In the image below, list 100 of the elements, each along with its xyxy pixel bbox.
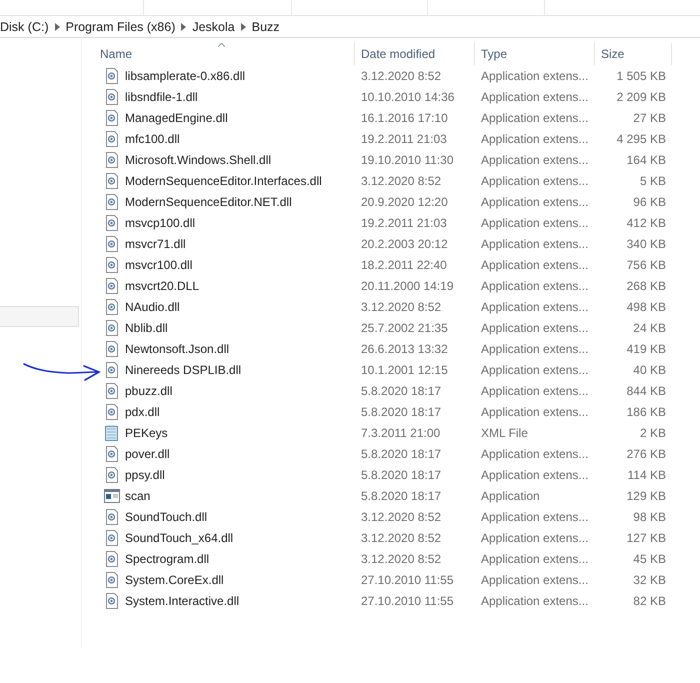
date-modified: 3.12.2020 8:52: [360, 530, 442, 544]
file-name[interactable]: ppsy.dll: [125, 468, 165, 482]
breadcrumb-item[interactable]: Jeskola: [192, 20, 235, 34]
date-modified: 20.2.2003 20:12: [360, 236, 449, 250]
file-size: 844 KB: [626, 384, 667, 398]
file-type: Application extens...: [480, 594, 590, 608]
file-size: 24 KB: [632, 320, 667, 334]
file-size: 114 KB: [626, 468, 667, 482]
file-gear-icon: [105, 194, 119, 210]
date-modified: 19.10.2010 11:30: [360, 152, 455, 166]
file-name[interactable]: Microsoft.Windows.Shell.dll: [125, 152, 272, 166]
file-gear-icon: [105, 298, 119, 314]
sort-caret-icon[interactable]: [218, 43, 225, 47]
file-type: Application extens...: [480, 258, 590, 272]
file-name[interactable]: msvcrt20.DLL: [125, 278, 200, 292]
column-header[interactable]: Size: [601, 47, 624, 61]
file-name[interactable]: scan: [125, 488, 150, 502]
file-type: Application extens...: [480, 90, 590, 104]
date-modified: 27.10.2010 11:55: [360, 594, 455, 608]
file-name[interactable]: Newtonsoft.Json.dll: [125, 342, 230, 356]
file-name[interactable]: libsndfile-1.dll: [125, 90, 198, 104]
date-modified: 16.1.2016 17:10: [360, 110, 449, 124]
file-type: Application extens...: [480, 552, 590, 566]
file-name[interactable]: mfc100.dll: [125, 132, 180, 146]
file-name[interactable]: Spectrogram.dll: [125, 552, 210, 566]
file-name[interactable]: msvcp100.dll: [125, 216, 196, 230]
breadcrumb-item[interactable]: Buzz: [252, 20, 280, 34]
file-type: Application extens...: [480, 152, 590, 166]
column-header[interactable]: Date modified: [361, 47, 436, 61]
file-gear-icon: [105, 508, 119, 524]
file-size: 268 KB: [626, 278, 667, 292]
file-gear-icon: [105, 320, 119, 336]
date-modified: 5.8.2020 18:17: [360, 488, 442, 502]
file-gear-icon: [105, 256, 119, 272]
file-type: Application extens...: [480, 194, 590, 208]
column-header[interactable]: Name: [100, 47, 132, 61]
window-icon: [104, 488, 120, 502]
file-name[interactable]: System.Interactive.dll: [125, 594, 240, 608]
file-size: 45 KB: [632, 552, 667, 566]
file-name[interactable]: ModernSequenceEditor.Interfaces.dll: [125, 174, 322, 188]
file-name[interactable]: ManagedEngine.dll: [125, 110, 228, 124]
file-name[interactable]: pdx.dll: [125, 404, 160, 418]
file-type: Application extens...: [480, 236, 590, 250]
file-size: 276 KB: [626, 446, 667, 460]
file-size: 186 KB: [626, 404, 667, 418]
breadcrumb-item[interactable]: Disk (C:): [0, 20, 49, 34]
date-modified: 5.8.2020 18:17: [360, 384, 442, 398]
breadcrumb-item[interactable]: Program Files (x86): [66, 20, 176, 34]
date-modified: 3.12.2020 8:52: [360, 300, 442, 314]
file-gear-icon: [105, 530, 119, 546]
column-header[interactable]: Type: [481, 47, 508, 61]
file-size: 1 505 KB: [616, 68, 667, 82]
date-modified: 19.2.2011 21:03: [360, 132, 448, 146]
file-name[interactable]: Ninereeds DSPLIB.dll: [125, 362, 242, 376]
file-type: Application extens...: [480, 68, 590, 82]
file-type: Application extens...: [480, 384, 590, 398]
file-name[interactable]: NAudio.dll: [125, 300, 180, 314]
file-gear-icon: [105, 340, 119, 356]
file-name[interactable]: ModernSequenceEditor.NET.dll: [125, 194, 292, 208]
file-name[interactable]: pover.dll: [125, 446, 170, 460]
file-name[interactable]: System.CoreEx.dll: [125, 572, 224, 586]
file-size: 2 KB: [638, 426, 667, 440]
file-gear-icon: [105, 68, 119, 84]
file-name[interactable]: PEKeys: [125, 426, 168, 440]
file-size: 498 KB: [626, 300, 667, 314]
chevron-right-icon: [54, 22, 60, 30]
file-size: 412 KB: [626, 216, 667, 230]
file-name[interactable]: libsamplerate-0.x86.dll: [125, 68, 246, 82]
file-name[interactable]: SoundTouch_x64.dll: [125, 530, 234, 544]
file-gear-icon: [105, 404, 119, 420]
file-name[interactable]: msvcr71.dll: [125, 236, 186, 250]
file-name[interactable]: SoundTouch.dll: [125, 510, 208, 524]
file-size: 129 KB: [626, 488, 667, 502]
file-type: Application extens...: [480, 468, 590, 482]
file-gear-icon: [105, 572, 119, 588]
file-name[interactable]: msvcr100.dll: [125, 258, 192, 272]
file-name[interactable]: pbuzz.dll: [125, 384, 172, 398]
date-modified: 20.11.2000 14:19: [360, 278, 455, 292]
file-type: Application extens...: [480, 110, 590, 124]
file-size: 98 KB: [632, 510, 667, 524]
chevron-right-icon: [240, 22, 246, 30]
file-size: 340 KB: [626, 236, 667, 250]
file-size: 96 KB: [632, 194, 667, 208]
date-modified: 18.2.2011 22:40: [360, 258, 448, 272]
file-gear-icon: [105, 236, 119, 252]
date-modified: 7.3.2011 21:00: [360, 426, 442, 440]
date-modified: 10.10.2010 14:36: [360, 90, 456, 104]
file-type: Application extens...: [480, 530, 590, 544]
file-size: 40 KB: [632, 362, 667, 376]
notepad-icon: [104, 424, 120, 440]
file-type: Application extens...: [480, 446, 590, 460]
file-name[interactable]: Nblib.dll: [125, 320, 168, 334]
file-gear-icon: [105, 362, 119, 378]
date-modified: 5.8.2020 18:17: [360, 468, 442, 482]
date-modified: 3.12.2020 8:52: [360, 510, 442, 524]
date-modified: 20.9.2020 12:20: [360, 194, 449, 208]
file-gear-icon: [105, 592, 119, 608]
file-gear-icon: [105, 152, 119, 168]
file-size: 2 209 KB: [616, 90, 667, 104]
file-size: 164 KB: [626, 152, 667, 166]
